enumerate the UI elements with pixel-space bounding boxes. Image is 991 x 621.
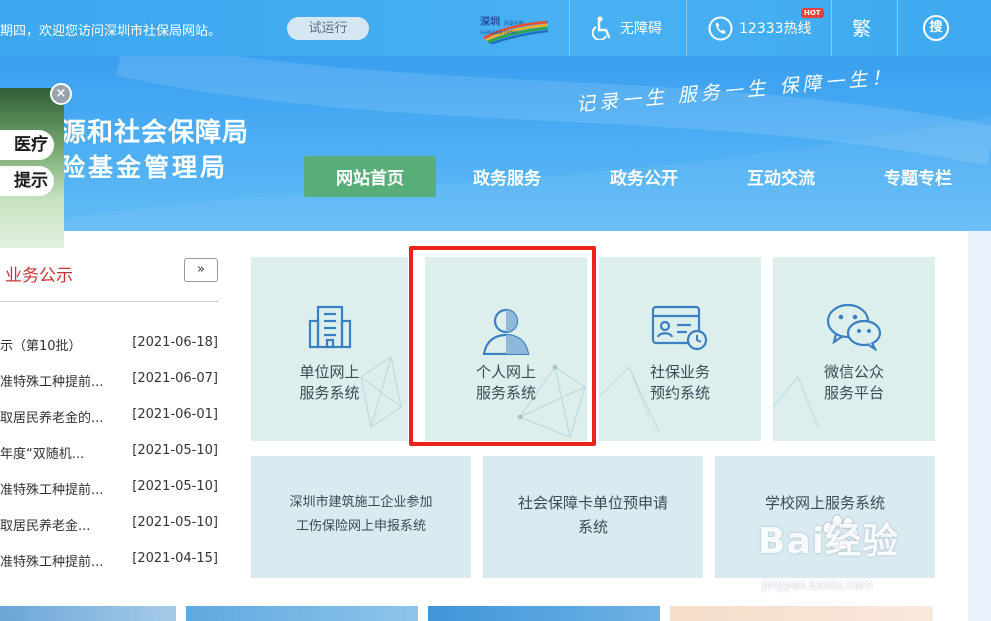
hotline-link[interactable]: 12333热线 bbox=[708, 0, 812, 56]
news-item-title: 年度“双随机... bbox=[0, 447, 85, 462]
tile-label-line-1: 社保业务 bbox=[649, 363, 710, 381]
news-item-title: 准特殊工种提前... bbox=[0, 483, 104, 498]
traditional-chinese-toggle[interactable]: 繁 bbox=[852, 14, 871, 41]
id-card-clock-icon bbox=[651, 305, 708, 351]
org-name-line-1: 源和社会保障局 bbox=[60, 118, 250, 148]
ad-text-line-2: 提示 bbox=[0, 166, 54, 196]
watermark-url: jingyan.baidu.com bbox=[762, 578, 873, 592]
news-item-date: [2021-05-10] bbox=[132, 479, 218, 494]
nav-government-disclosure[interactable]: 政务公开 bbox=[595, 156, 693, 197]
tile-label-line-1: 单位网上 bbox=[299, 363, 360, 381]
construction-injury-insurance-tile[interactable]: 深圳市建筑施工企业参加 工伤保险网上申报系统 bbox=[251, 456, 471, 578]
social-security-card-tile[interactable]: 社会保障卡单位预申请 系统 bbox=[483, 456, 703, 578]
floating-ad[interactable]: 医疗 提示 bbox=[0, 88, 64, 248]
nav-government-services[interactable]: 政务服务 bbox=[458, 156, 556, 197]
news-item-title: 示（第10批） bbox=[0, 339, 82, 354]
news-section-title[interactable]: 业务公示 bbox=[5, 261, 73, 286]
news-item-date: [2021-06-01] bbox=[132, 407, 218, 422]
search-button[interactable]: 搜 bbox=[923, 15, 949, 41]
tile-label-line-2: 系统 bbox=[577, 518, 608, 536]
watermark-brand: Bai经验 bbox=[758, 521, 900, 562]
nav-special-topics[interactable]: 专题专栏 bbox=[869, 156, 967, 197]
bottom-banner[interactable] bbox=[428, 606, 660, 621]
phone-icon bbox=[708, 16, 733, 40]
news-more-button[interactable]: » bbox=[184, 258, 218, 282]
tile-label-line-2: 服务平台 bbox=[823, 384, 884, 402]
divider bbox=[569, 0, 570, 56]
hot-badge: HOT bbox=[801, 8, 824, 18]
wheelchair-icon bbox=[592, 16, 611, 40]
news-item-date: [2021-04-15] bbox=[132, 551, 218, 566]
wechat-icon bbox=[826, 303, 882, 351]
tile-label-line-1: 深圳市建筑施工企业参加 bbox=[289, 495, 433, 510]
news-item-date: [2021-06-18] bbox=[132, 335, 218, 350]
news-item-date: [2021-05-10] bbox=[132, 515, 218, 530]
news-divider bbox=[0, 301, 218, 302]
bottom-banner[interactable] bbox=[186, 606, 418, 621]
news-item-title: 准特殊工种提前... bbox=[0, 375, 104, 390]
news-item-title: 准特殊工种提前... bbox=[0, 555, 104, 570]
accessibility-link[interactable]: 无障碍 bbox=[592, 0, 662, 56]
tile-label-line-2: 服务系统 bbox=[299, 384, 360, 402]
top-bar: 期四，欢迎您访问深圳市社保局网站。 试运行 深圳 风景名胜 SHENZHEN C… bbox=[0, 0, 991, 56]
divider bbox=[831, 0, 832, 56]
unit-online-service-tile[interactable]: 单位网上 服务系统 bbox=[251, 257, 408, 441]
site-header: 源和社会保障局 险基金管理局 记录一生 服务一生 保障一生！ 网站首页 政务服务… bbox=[0, 56, 991, 231]
bottom-banner[interactable] bbox=[0, 606, 176, 621]
tile-label-line-1: 社会保障卡单位预申请 bbox=[517, 494, 668, 512]
tile-label-line-2: 预约系统 bbox=[649, 384, 710, 402]
wechat-service-tile[interactable]: 微信公众 服务平台 bbox=[773, 257, 935, 441]
ad-text-line-1: 医疗 bbox=[0, 130, 54, 160]
tile-label-line-2: 工伤保险网上申报系统 bbox=[295, 519, 426, 534]
divider bbox=[897, 0, 898, 56]
appointment-system-tile[interactable]: 社保业务 预约系统 bbox=[599, 257, 761, 441]
news-item-title: 取居民养老金的... bbox=[0, 411, 104, 426]
tile-label-line-1: 微信公众 bbox=[823, 363, 884, 381]
building-icon bbox=[308, 305, 351, 349]
welcome-text: 期四，欢迎您访问深圳市社保局网站。 bbox=[0, 24, 222, 39]
accessibility-label: 无障碍 bbox=[620, 21, 662, 37]
bottom-banner[interactable] bbox=[670, 606, 933, 621]
trial-run-button[interactable]: 试运行 bbox=[287, 17, 369, 40]
news-item-date: [2021-05-10] bbox=[132, 443, 218, 458]
nav-home[interactable]: 网站首页 bbox=[304, 156, 436, 197]
ad-close-icon[interactable]: × bbox=[50, 83, 72, 105]
news-item-title: 取居民养老金... bbox=[0, 519, 91, 534]
news-item-date: [2021-06-07] bbox=[132, 371, 218, 386]
hotline-label: 12333热线 bbox=[739, 21, 812, 37]
shenzhen-logo-icon[interactable]: 深圳 风景名胜 SHENZHEN CHINA bbox=[478, 14, 550, 44]
svg-text:SHENZHEN CHINA: SHENZHEN CHINA bbox=[480, 30, 517, 35]
svg-text:深圳: 深圳 bbox=[480, 15, 500, 28]
highlight-annotation-box bbox=[409, 246, 596, 446]
divider bbox=[686, 0, 687, 56]
org-name-line-2: 险基金管理局 bbox=[60, 153, 229, 182]
nav-interaction[interactable]: 互动交流 bbox=[732, 156, 830, 197]
